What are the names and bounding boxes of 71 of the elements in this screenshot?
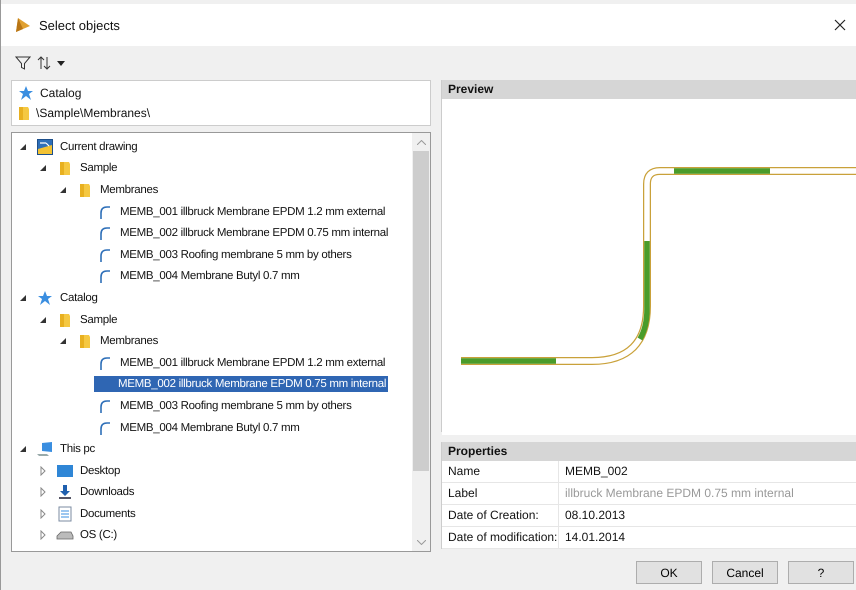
folder-icon — [79, 333, 91, 350]
expanded-arrow-icon[interactable] — [58, 184, 68, 195]
tree-item[interactable]: MEMB_001 illbruck Membrane EPDM 1.2 mm external — [118, 354, 388, 371]
star-icon — [37, 290, 53, 306]
tree-item[interactable]: Current drawing — [58, 138, 140, 155]
property-value: MEMB_002 — [564, 463, 628, 480]
membrane-curve-icon — [99, 398, 111, 414]
properties-header: Properties — [442, 442, 856, 461]
membrane-curve-icon — [99, 354, 111, 371]
desktop-icon — [57, 464, 73, 477]
tree-item[interactable]: Sample — [78, 312, 120, 328]
property-name: Date of modification: — [442, 527, 559, 548]
membrane-curve-icon — [99, 225, 111, 242]
preview-header: Preview — [442, 80, 856, 99]
tree-item[interactable]: MEMB_004 Membrane Butyl 0.7 mm — [118, 420, 302, 436]
filter-icon[interactable] — [15, 55, 31, 71]
expanded-arrow-icon[interactable] — [38, 314, 48, 325]
window-title: Select objects — [39, 18, 121, 32]
folder-icon — [18, 105, 30, 121]
tree-item[interactable]: OS (C:) — [78, 527, 119, 544]
collapsed-arrow-icon[interactable] — [38, 487, 48, 498]
document-icon — [58, 506, 72, 522]
ok-button[interactable]: OK — [636, 561, 702, 584]
tree-item[interactable]: Membranes — [98, 182, 160, 198]
property-name: Label — [442, 483, 559, 504]
cancel-button[interactable]: Cancel — [712, 561, 778, 584]
collapsed-arrow-icon[interactable] — [38, 530, 48, 540]
tree-item[interactable]: Catalog — [58, 290, 100, 306]
computer-icon — [36, 441, 54, 458]
tree-item[interactable]: MEMB_001 illbruck Membrane EPDM 1.2 mm external — [118, 204, 388, 220]
folder-icon — [59, 312, 71, 328]
folder-icon — [79, 182, 91, 198]
tree-item[interactable]: MEMB_003 Roofing membrane 5 mm by others — [118, 246, 354, 263]
membrane-curve-icon — [99, 246, 111, 263]
expanded-arrow-icon[interactable] — [18, 292, 28, 303]
tree-item[interactable]: MEMB_004 Membrane Butyl 0.7 mm — [118, 268, 302, 284]
membrane-curve-icon — [99, 420, 111, 436]
help-button[interactable]: ? — [788, 561, 854, 584]
tree-item[interactable]: MEMB_003 Roofing membrane 5 mm by others — [118, 398, 354, 414]
membrane-curve-icon — [99, 204, 111, 220]
property-value: illbruck Membrane EPDM 0.75 mm internal — [564, 485, 794, 502]
tree-item[interactable]: MEMB_002 illbruck Membrane EPDM 0.75 mm internal — [118, 225, 390, 242]
caret-icon[interactable] — [57, 60, 65, 66]
location-path: \Sample\Membranes\ — [36, 106, 150, 120]
collapsed-arrow-icon[interactable] — [38, 508, 48, 519]
expanded-arrow-icon[interactable] — [58, 336, 68, 346]
tree-item[interactable]: Sample — [78, 160, 120, 176]
tree-item[interactable]: Downloads — [78, 484, 136, 500]
folder-icon — [59, 160, 71, 176]
membrane-curve-icon — [99, 268, 111, 284]
drawing-icon — [37, 138, 53, 155]
collapsed-arrow-icon[interactable] — [38, 466, 48, 476]
expanded-arrow-icon[interactable] — [38, 163, 48, 174]
property-name: Date of Creation: — [442, 505, 559, 526]
tree-item[interactable]: Desktop — [78, 462, 122, 479]
expanded-arrow-icon[interactable] — [18, 142, 28, 152]
tree-item[interactable]: Membranes — [98, 333, 160, 350]
sort-icon[interactable] — [37, 55, 51, 71]
tree-item[interactable]: Documents — [78, 506, 138, 522]
property-value: 14.01.2014 — [564, 529, 626, 546]
location-root: Catalog — [40, 86, 82, 100]
close-icon[interactable] — [834, 19, 846, 31]
expanded-arrow-icon[interactable] — [18, 444, 28, 454]
property-name: Name — [442, 461, 559, 482]
app-logo-icon — [15, 17, 31, 33]
star-icon — [18, 85, 34, 101]
tree-item[interactable]: This pc — [58, 441, 97, 458]
download-icon — [58, 484, 72, 500]
drive-icon — [56, 529, 74, 542]
property-value: 08.10.2013 — [564, 507, 626, 524]
tree-item[interactable]: MEMB_002 illbruck Membrane EPDM 0.75 mm internal — [94, 376, 388, 392]
